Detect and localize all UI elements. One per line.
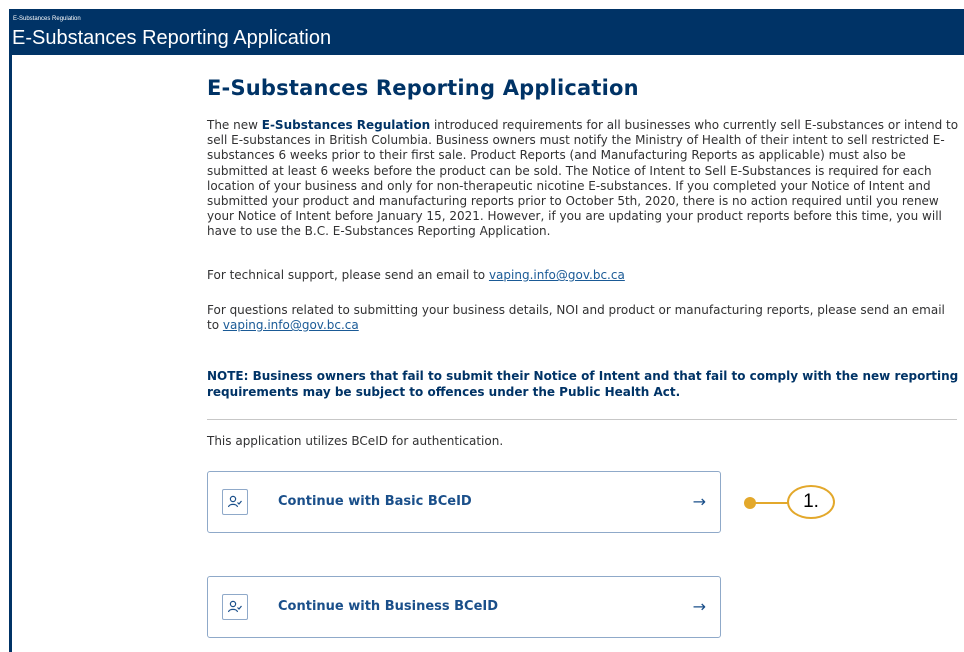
app-header: E-Substances Regulation E-Substances Rep… [9, 9, 964, 55]
tech-support-email-link[interactable]: vaping.info@gov.bc.ca [489, 268, 625, 282]
page-title: E-Substances Reporting Application [207, 76, 639, 100]
left-border [9, 55, 12, 652]
tech-support-paragraph: For technical support, please send an em… [207, 268, 959, 283]
callout-number-badge: 1. [787, 485, 835, 519]
intro-lead: The new [207, 118, 262, 132]
questions-paragraph: For questions related to submitting your… [207, 303, 959, 333]
business-bceid-button[interactable]: Continue with Business BCeID → [207, 576, 721, 638]
auth-note: This application utilizes BCeID for auth… [207, 434, 504, 448]
arrow-right-icon: → [692, 597, 706, 616]
user-check-icon [222, 489, 248, 515]
intro-body: introduced requirements for all business… [207, 118, 959, 239]
section-divider [207, 419, 957, 420]
header-title[interactable]: E-Substances Reporting Application [12, 25, 331, 51]
business-bceid-label: Continue with Business BCeID [278, 599, 499, 614]
questions-email-link[interactable]: vaping.info@gov.bc.ca [223, 318, 359, 332]
note-warning: NOTE: Business owners that fail to submi… [207, 369, 959, 399]
basic-bceid-label: Continue with Basic BCeID [278, 494, 472, 509]
callout-dot [744, 497, 756, 509]
intro-paragraph: The new E-Substances Regulation introduc… [207, 118, 959, 240]
header-subtitle: E-Substances Regulation [13, 16, 81, 22]
tech-support-text: For technical support, please send an em… [207, 268, 489, 282]
user-check-icon [222, 594, 248, 620]
arrow-right-icon: → [692, 492, 706, 511]
basic-bceid-button[interactable]: Continue with Basic BCeID → [207, 471, 721, 533]
callout-connector [750, 502, 790, 504]
regulation-link[interactable]: E-Substances Regulation [262, 118, 430, 132]
